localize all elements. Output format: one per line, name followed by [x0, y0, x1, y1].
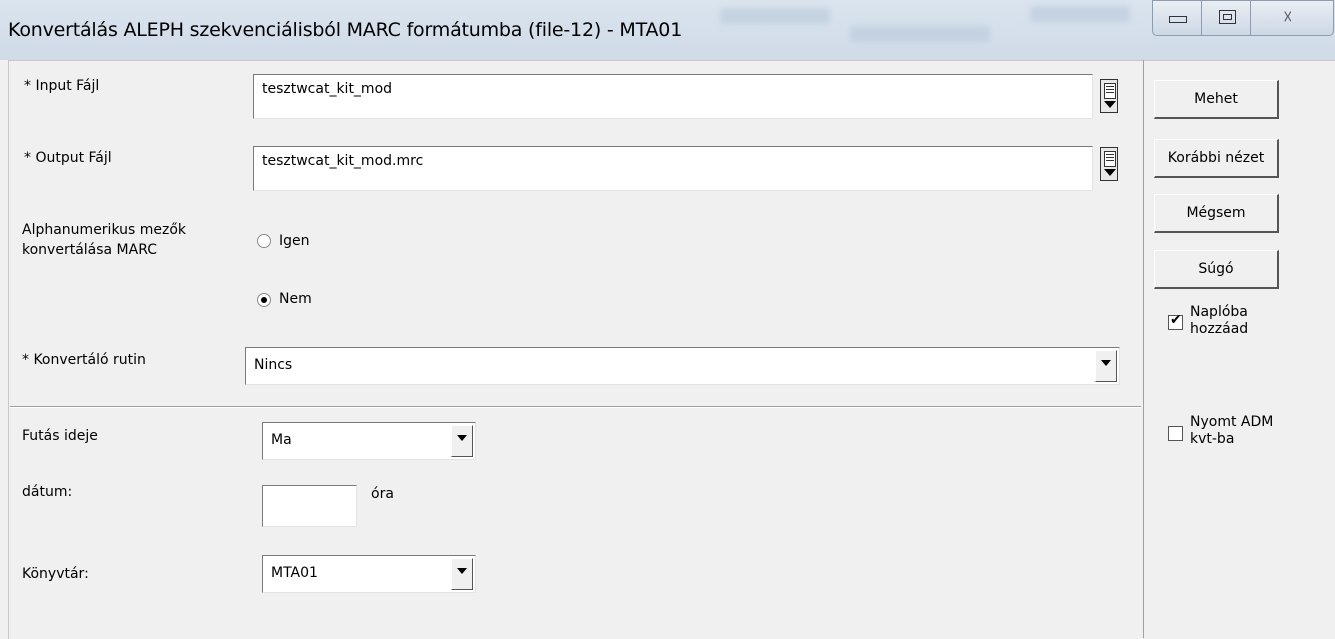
cancel-button[interactable]: Mégsem: [1154, 194, 1279, 233]
library-value: MTA01: [271, 565, 318, 581]
radio-yes-label: Igen: [279, 233, 310, 249]
chevron-down-icon: [1104, 169, 1116, 176]
chevron-down-icon: [1104, 101, 1116, 108]
minimize-icon: [1169, 16, 1187, 23]
date-label: dátum:: [22, 484, 73, 500]
output-file-label: * Output Fájl: [24, 150, 112, 166]
chevron-down-icon[interactable]: [451, 558, 473, 590]
help-button[interactable]: Súgó: [1154, 250, 1279, 289]
library-select[interactable]: MTA01: [262, 555, 476, 593]
input-file-label: * Input Fájl: [24, 78, 100, 94]
output-file-browse-button[interactable]: [1100, 147, 1118, 181]
conversion-routine-select[interactable]: Nincs: [245, 347, 1120, 385]
file-browse-icon: [1104, 151, 1116, 167]
previous-view-button[interactable]: Korábbi nézet: [1154, 139, 1279, 178]
output-file-value: tesztwcat_kit_mod.mrc: [262, 153, 424, 169]
alphanumeric-label-line1: Alphanumerikus mezők: [22, 222, 187, 238]
section-divider: [10, 406, 1141, 408]
alphanumeric-label-line2: konvertálása MARC: [22, 242, 158, 258]
close-button[interactable]: ☓: [1250, 0, 1334, 36]
input-file-browse-button[interactable]: [1100, 79, 1118, 113]
title-bar: Konvertálás ALEPH szekvenciálisból MARC …: [0, 0, 1335, 60]
file-browse-icon: [1104, 83, 1116, 99]
chevron-down-icon[interactable]: [451, 425, 473, 457]
maximize-icon: [1219, 10, 1236, 24]
date-field[interactable]: [262, 485, 357, 527]
chevron-down-icon[interactable]: [1095, 350, 1117, 382]
blurred-background: [850, 26, 990, 42]
input-file-field[interactable]: tesztwcat_kit_mod: [253, 74, 1093, 119]
runtime-select[interactable]: Ma: [262, 422, 476, 460]
runtime-label: Futás ideje: [22, 428, 98, 444]
input-file-value: tesztwcat_kit_mod: [262, 81, 393, 97]
minimize-button[interactable]: [1152, 0, 1202, 36]
library-label: Könyvtár:: [22, 566, 89, 582]
window-controls: ☓: [1152, 0, 1335, 40]
window-title: Konvertálás ALEPH szekvenciálisból MARC …: [8, 19, 683, 41]
blurred-background: [720, 8, 830, 24]
maximize-button[interactable]: [1201, 0, 1251, 36]
conversion-routine-value: Nincs: [254, 357, 293, 373]
close-icon: ☓: [1283, 7, 1293, 28]
runtime-value: Ma: [271, 432, 292, 448]
run-button[interactable]: Mehet: [1154, 80, 1279, 119]
checkmark-icon: ✔: [1170, 312, 1182, 328]
hour-label: óra: [371, 486, 394, 502]
log-checkbox[interactable]: ✔: [1168, 312, 1183, 330]
radio-no-label: Nem: [279, 291, 312, 307]
conversion-routine-label: * Konvertáló rutin: [22, 352, 146, 368]
output-file-field[interactable]: tesztwcat_kit_mod.mrc: [253, 146, 1093, 191]
radio-no[interactable]: [257, 293, 271, 307]
radio-yes[interactable]: [257, 234, 271, 248]
print-adm-checkbox[interactable]: [1168, 426, 1183, 441]
blurred-background: [1030, 6, 1130, 22]
print-adm-checkbox-label: Nyomt ADM kvt-ba: [1190, 414, 1274, 447]
log-checkbox-label: Naplóba hozzáad: [1190, 304, 1249, 337]
